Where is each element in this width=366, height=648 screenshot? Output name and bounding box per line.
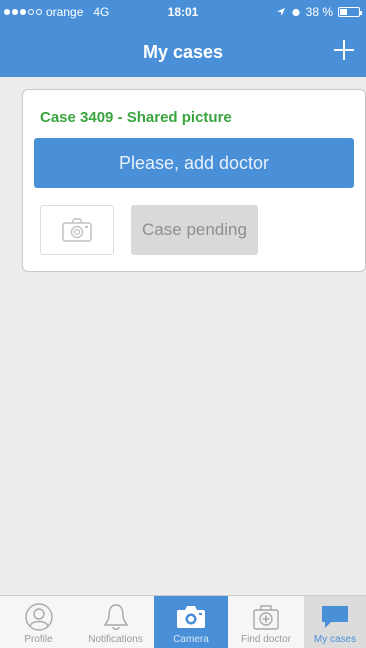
status-bar: orange 4G 18:01 38 % bbox=[0, 0, 366, 24]
top-bar: orange 4G 18:01 38 % My cases bbox=[0, 0, 366, 77]
tab-label: My cases bbox=[313, 634, 357, 645]
case-card[interactable]: Case 3409 - Shared picture Please, add d… bbox=[22, 89, 366, 272]
tab-profile[interactable]: Profile bbox=[0, 596, 77, 648]
camera-icon bbox=[177, 606, 205, 628]
case-status-badge: Case pending bbox=[131, 205, 258, 255]
case-title[interactable]: Case 3409 - Shared picture bbox=[40, 109, 232, 126]
chat-bubble-icon bbox=[322, 606, 348, 628]
medical-kit-icon bbox=[253, 605, 279, 630]
location-arrow-icon bbox=[276, 8, 285, 16]
case-photo-thumbnail[interactable] bbox=[40, 205, 114, 255]
tab-notifications[interactable]: Notifications bbox=[77, 596, 154, 648]
tab-find-doctor[interactable]: Find doctor bbox=[228, 596, 304, 648]
alarm-icon bbox=[292, 8, 300, 17]
plus-icon bbox=[334, 40, 354, 60]
page-title: My cases bbox=[142, 42, 224, 62]
battery-percent: 38 % bbox=[305, 5, 333, 19]
add-case-button[interactable] bbox=[328, 34, 360, 66]
tab-my-cases[interactable]: My cases bbox=[304, 596, 366, 648]
tab-bar: Profile Notifications Camera Find doctor… bbox=[0, 595, 366, 648]
profile-icon bbox=[24, 603, 53, 631]
camera-icon bbox=[62, 218, 92, 242]
tab-label: Notifications bbox=[88, 634, 143, 645]
add-doctor-button[interactable]: Please, add doctor bbox=[34, 138, 354, 188]
tab-camera[interactable]: Camera bbox=[154, 596, 228, 648]
tab-label: Camera bbox=[173, 634, 209, 645]
bell-icon bbox=[103, 604, 128, 630]
battery-icon bbox=[338, 7, 362, 17]
status-right: 38 % bbox=[276, 5, 362, 19]
tab-label: Profile bbox=[24, 634, 53, 645]
tab-label: Find doctor bbox=[240, 634, 292, 645]
